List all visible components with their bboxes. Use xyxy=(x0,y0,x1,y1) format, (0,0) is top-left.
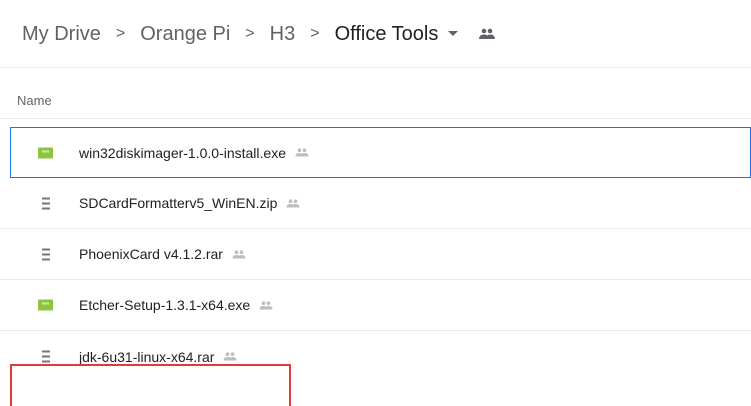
shared-people-icon xyxy=(223,352,237,361)
archive-icon xyxy=(38,248,53,261)
breadcrumb-my-drive[interactable]: My Drive xyxy=(22,23,101,46)
arrow-drop-down-icon[interactable] xyxy=(448,31,459,37)
file-row[interactable]: PhoenixCard v4.1.2.rar xyxy=(0,229,751,280)
file-list: win32diskimager-1.0.0-install.exe SDCard… xyxy=(0,127,751,382)
breadcrumb-orange-pi[interactable]: Orange Pi xyxy=(140,23,230,46)
file-row[interactable]: Etcher-Setup-1.3.1-x64.exe xyxy=(0,280,751,331)
executable-icon xyxy=(38,146,53,159)
executable-icon xyxy=(38,299,53,312)
breadcrumb-separator: > xyxy=(310,25,320,42)
file-name: jdk-6u31-linux-x64.rar xyxy=(79,348,215,365)
header-divider xyxy=(0,67,751,68)
file-row[interactable]: SDCardFormatterv5_WinEN.zip xyxy=(0,178,751,229)
file-name: PhoenixCard v4.1.2.rar xyxy=(79,246,223,262)
archive-icon xyxy=(38,197,53,210)
shared-people-icon xyxy=(259,300,273,310)
breadcrumb-h3[interactable]: H3 xyxy=(270,23,296,46)
shared-people-icon xyxy=(232,249,246,259)
archive-icon xyxy=(38,350,53,363)
shared-people-icon xyxy=(286,198,300,208)
file-name: win32diskimager-1.0.0-install.exe xyxy=(79,144,286,161)
shared-people-icon xyxy=(295,148,309,157)
file-row[interactable]: win32diskimager-1.0.0-install.exe xyxy=(10,127,751,178)
file-name: SDCardFormatterv5_WinEN.zip xyxy=(79,195,278,211)
breadcrumb: My Drive > Orange Pi > H3 > Office Tools xyxy=(22,16,496,52)
file-row[interactable]: jdk-6u31-linux-x64.rar xyxy=(0,331,751,382)
column-header-divider xyxy=(0,118,751,119)
people-icon xyxy=(478,28,496,40)
column-header-name[interactable]: Name xyxy=(17,93,52,108)
drive-file-list-page: My Drive > Orange Pi > H3 > Office Tools… xyxy=(0,0,751,406)
breadcrumb-separator: > xyxy=(115,25,126,42)
breadcrumb-current-folder[interactable]: Office Tools xyxy=(335,23,439,46)
file-name: Etcher-Setup-1.3.1-x64.exe xyxy=(79,297,251,313)
breadcrumb-separator: > xyxy=(245,25,255,42)
